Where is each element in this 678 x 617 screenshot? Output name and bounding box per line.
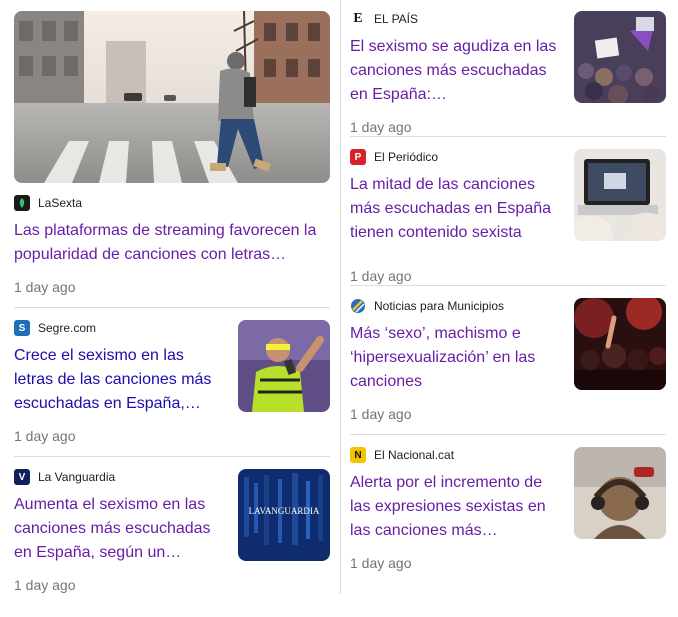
timestamp: 1 day ago (14, 279, 76, 295)
news-column-right: E EL PAÍS El sexismo se agudiza en las c… (350, 0, 666, 595)
timestamp: 1 day ago (14, 577, 76, 593)
lasexta-logo-icon (14, 195, 30, 211)
source-row[interactable]: S Segre.com (14, 320, 96, 336)
news-card-noticias-municipios[interactable]: Noticias para Municipios Más ‘sexo’, mac… (350, 298, 666, 435)
source-name: La Vanguardia (38, 470, 116, 484)
elperiodico-logo-icon: P (350, 149, 366, 165)
article-thumbnail[interactable] (574, 447, 666, 539)
news-card-lasexta[interactable]: LaSexta Las plataformas de streaming fav… (14, 0, 330, 308)
news-card-elnacional[interactable]: N El Nacional.cat Alerta por el incremen… (350, 447, 666, 583)
source-name: Noticias para Municipios (374, 299, 505, 313)
article-thumbnail[interactable] (574, 149, 666, 241)
news-card-elpais[interactable]: E EL PAÍS El sexismo se agudiza en las c… (350, 0, 666, 137)
source-row[interactable]: P El Periódico (350, 149, 438, 165)
source-name: El Nacional.cat (374, 448, 455, 462)
source-name: LaSexta (38, 196, 83, 210)
headline-link[interactable]: La mitad de las canciones más escuchadas… (350, 173, 560, 245)
timestamp: 1 day ago (350, 555, 412, 571)
article-image[interactable] (14, 11, 330, 183)
timestamp: 1 day ago (350, 268, 412, 284)
news-card-lavanguardia[interactable]: V La Vanguardia Aumenta el sexismo en la… (14, 469, 330, 605)
source-row[interactable]: LaSexta (14, 195, 82, 211)
source-row[interactable]: Noticias para Municipios (350, 298, 504, 314)
news-card-segre[interactable]: S Segre.com Crece el sexismo en las letr… (14, 320, 330, 457)
source-row[interactable]: V La Vanguardia (14, 469, 115, 485)
article-thumbnail[interactable] (238, 320, 330, 412)
source-name: El Periódico (374, 150, 439, 164)
news-card-elperiodico[interactable]: P El Periódico La mitad de las canciones… (350, 149, 666, 286)
lavanguardia-logo-icon: V (14, 469, 30, 485)
headline-link[interactable]: Alerta por el incremento de las expresio… (350, 471, 560, 543)
source-name: EL PAÍS (374, 12, 419, 26)
headline-link[interactable]: Crece el sexismo en las letras de las ca… (14, 344, 224, 416)
elpais-logo-icon: E (350, 11, 366, 27)
source-row[interactable]: N El Nacional.cat (350, 447, 454, 463)
elnacional-logo-icon: N (350, 447, 366, 463)
column-divider (340, 0, 341, 594)
news-column-left: LaSexta Las plataformas de streaming fav… (14, 0, 330, 617)
source-row[interactable]: E EL PAÍS (350, 11, 418, 27)
timestamp: 1 day ago (350, 406, 412, 422)
headline-link[interactable]: El sexismo se agudiza en las canciones m… (350, 35, 560, 107)
article-thumbnail[interactable] (574, 11, 666, 103)
article-thumbnail[interactable] (574, 298, 666, 390)
segre-logo-icon: S (14, 320, 30, 336)
article-thumbnail[interactable]: LAVANGUARDIA (238, 469, 330, 561)
noticias-municipios-logo-icon (350, 298, 366, 314)
thumbnail-caption: LAVANGUARDIA (249, 506, 320, 516)
timestamp: 1 day ago (14, 428, 76, 444)
headline-link[interactable]: Más ‘sexo’, machismo e ‘hipersexualizaci… (350, 322, 560, 394)
source-name: Segre.com (38, 321, 97, 335)
timestamp: 1 day ago (350, 119, 412, 135)
headline-link[interactable]: Las plataformas de streaming favorecen l… (14, 219, 330, 267)
headline-link[interactable]: Aumenta el sexismo en las canciones más … (14, 493, 224, 565)
